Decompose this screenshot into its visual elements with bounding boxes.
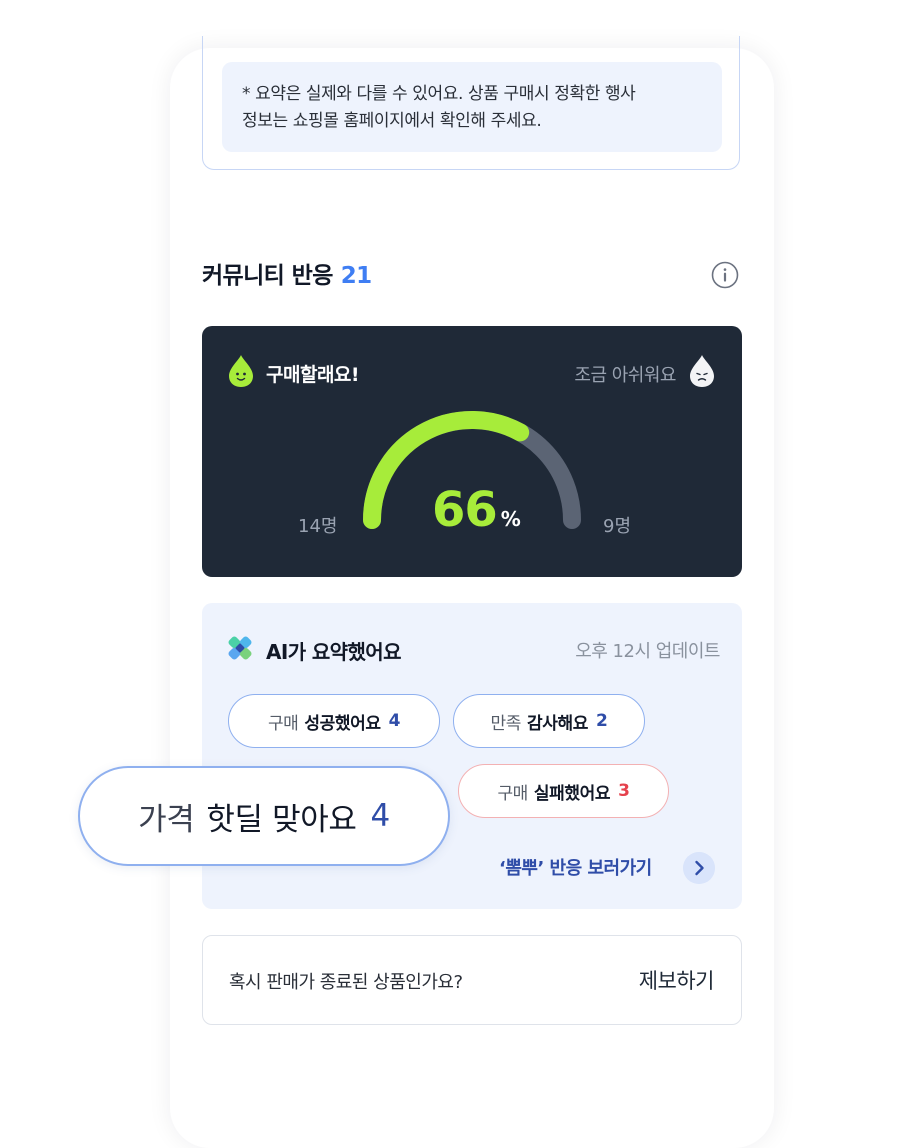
community-reaction-title: 커뮤니티 반응 21 bbox=[202, 256, 372, 290]
disclaimer-line-2: 정보는 쇼핑몰 홈페이지에서 확인해 주세요. bbox=[242, 111, 542, 131]
disclaimer-line-1: * 요약은 실제와 다를 수 있어요. 상품 구매시 정확한 행사 bbox=[242, 84, 636, 104]
chip-prefix: 만족 bbox=[490, 713, 522, 734]
percent-value: 66 bbox=[432, 482, 498, 538]
chip-prefix: 구매 bbox=[267, 713, 299, 734]
chevron-right-icon[interactable] bbox=[683, 852, 715, 884]
regret-count: 9명 bbox=[603, 516, 632, 537]
buy-label: 구매할래요! bbox=[266, 364, 360, 386]
green-drop-mascot-icon bbox=[229, 355, 253, 387]
report-question: 혹시 판매가 종료된 상품인가요? bbox=[229, 972, 463, 993]
chip-satisfaction-thanks[interactable]: 만족 감사해요 2 bbox=[453, 694, 645, 748]
chip-label: 실패했어요 bbox=[533, 783, 611, 804]
chip-purchase-failed[interactable]: 구매 실패했어요 3 bbox=[458, 764, 669, 818]
chip-label: 감사해요 bbox=[527, 713, 588, 734]
see-reactions-link[interactable]: ‘뽐뿌’ 반응 보러가기 bbox=[499, 854, 652, 880]
ai-clover-icon bbox=[228, 636, 252, 660]
chip-count: 2 bbox=[596, 711, 608, 731]
ai-summary-title: AI가 요약했어요 bbox=[266, 640, 401, 664]
chip-count: 4 bbox=[370, 798, 390, 834]
ai-update-time: 오후 12시 업데이트 bbox=[575, 641, 720, 662]
buy-count: 14명 bbox=[298, 516, 338, 537]
chip-label: 핫딜 맞아요 bbox=[206, 801, 357, 838]
chip-purchase-success[interactable]: 구매 성공했어요 4 bbox=[228, 694, 440, 748]
chip-count: 4 bbox=[388, 711, 401, 731]
percent-sign: % bbox=[500, 507, 521, 531]
chip-prefix: 구매 bbox=[497, 783, 528, 804]
report-button[interactable]: 제보하기 bbox=[639, 965, 715, 995]
summary-disclaimer: * 요약은 실제와 다를 수 있어요. 상품 구매시 정확한 행사 정보는 쇼핑… bbox=[222, 62, 722, 152]
info-circle-icon[interactable] bbox=[711, 261, 739, 289]
regret-label: 조금 아쉬워요 bbox=[574, 365, 676, 386]
buy-percent: 66% bbox=[432, 482, 521, 538]
white-drop-mascot-icon bbox=[690, 355, 714, 387]
chip-prefix: 가격 bbox=[138, 801, 195, 838]
chip-price-hot-deal[interactable]: 가격 핫딜 맞아요 4 bbox=[78, 766, 450, 866]
chip-label: 성공했어요 bbox=[304, 713, 381, 734]
community-title-text: 커뮤니티 반응 bbox=[202, 263, 333, 289]
chip-count: 3 bbox=[618, 781, 630, 801]
community-count: 21 bbox=[340, 263, 372, 289]
